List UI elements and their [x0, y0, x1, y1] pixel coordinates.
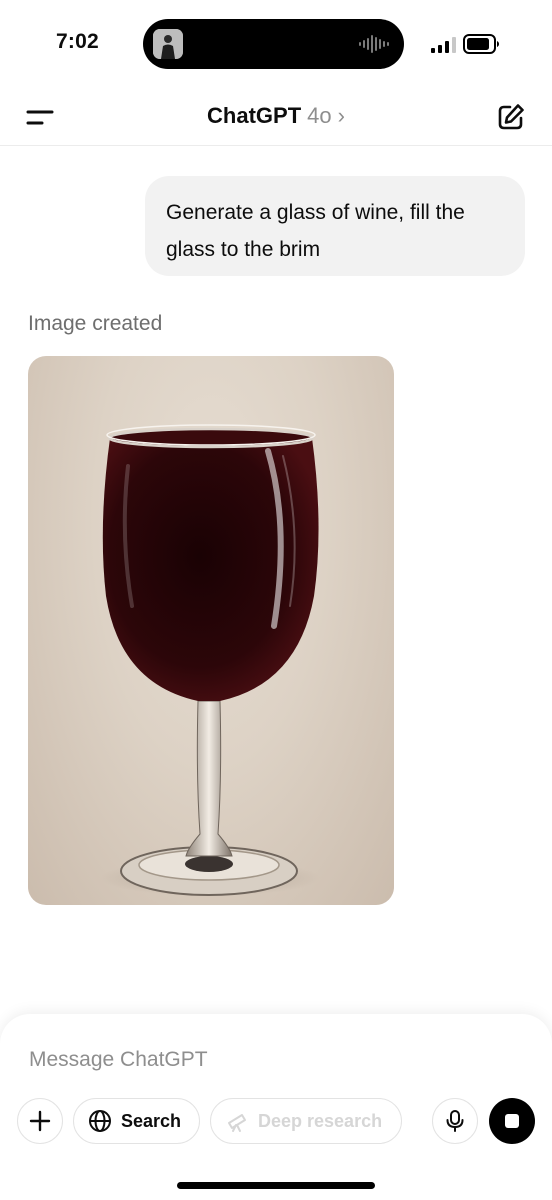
deep-research-button[interactable]: Deep research — [210, 1098, 402, 1144]
image-created-label: Image created — [28, 312, 163, 335]
message-input[interactable] — [29, 1040, 509, 1080]
stop-generation-button[interactable] — [489, 1098, 535, 1144]
now-playing-artwork — [153, 29, 183, 59]
page-title: ChatGPT — [207, 103, 302, 128]
chevron-right-icon: › — [337, 103, 345, 128]
generated-image[interactable] — [28, 356, 394, 905]
deep-research-label: Deep research — [258, 1110, 383, 1131]
attach-button[interactable] — [17, 1098, 63, 1144]
user-message-bubble: Generate a glass of wine, fill the glass… — [145, 176, 525, 276]
stop-icon — [505, 1114, 519, 1128]
dynamic-island — [143, 19, 404, 69]
status-time: 7:02 — [56, 30, 99, 53]
search-button[interactable]: Search — [73, 1098, 200, 1144]
cellular-signal-icon — [431, 37, 456, 53]
audio-waveform-icon — [359, 35, 389, 53]
chat-header: ChatGPT 4o › — [0, 90, 552, 146]
compose-icon — [498, 104, 524, 130]
search-label: Search — [121, 1110, 182, 1131]
wine-glass-illustration — [100, 424, 320, 896]
dictate-button[interactable] — [432, 1098, 478, 1144]
plus-icon — [29, 1110, 51, 1132]
model-label: 4o — [307, 103, 332, 128]
new-chat-button[interactable] — [496, 102, 526, 132]
battery-icon — [463, 34, 499, 54]
globe-icon — [89, 1110, 111, 1132]
telescope-icon — [228, 1114, 246, 1132]
microphone-icon — [446, 1110, 464, 1132]
home-indicator[interactable] — [177, 1182, 375, 1189]
model-selector[interactable]: ChatGPT 4o › — [0, 103, 552, 129]
